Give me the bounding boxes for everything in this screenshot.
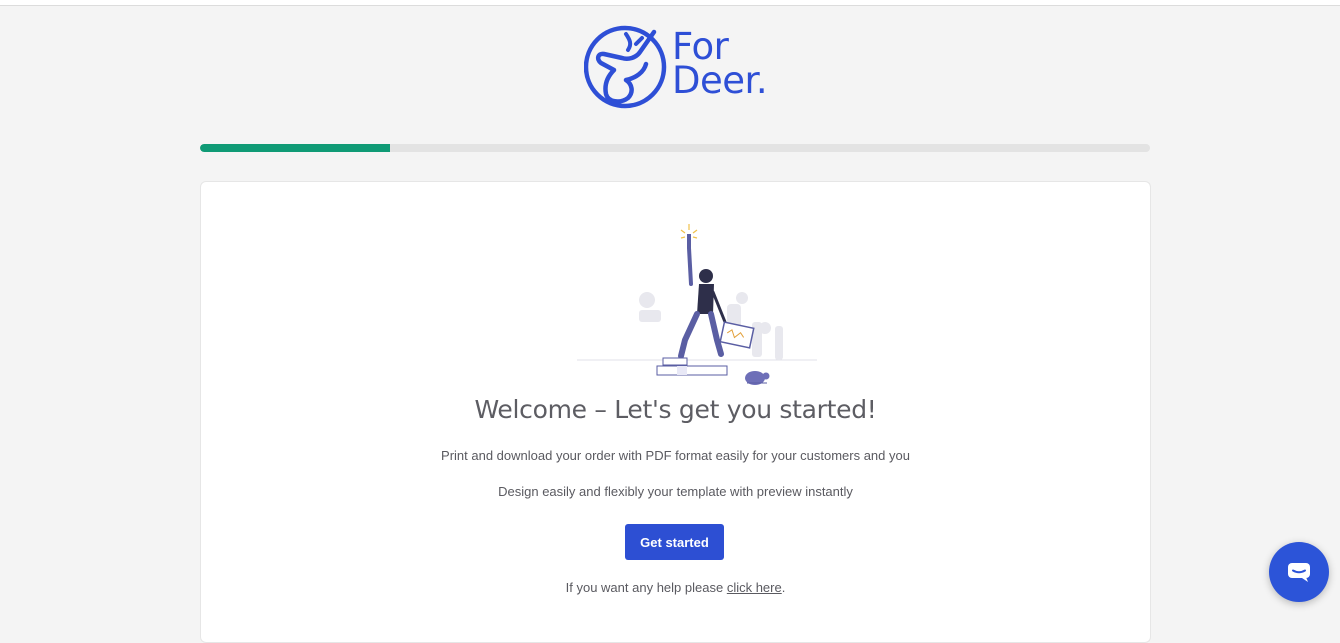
help-prefix: If you want any help please: [565, 580, 727, 595]
fordeer-logo: For Deer.: [584, 24, 774, 112]
welcome-card: Welcome – Let's get you started! Print a…: [200, 181, 1151, 643]
chat-widget-button[interactable]: [1269, 542, 1329, 602]
onboarding-progress-bar: [200, 144, 1150, 152]
progress-fill: [200, 144, 390, 152]
welcome-description-1: Print and download your order with PDF f…: [441, 448, 910, 463]
help-text: If you want any help please click here.: [201, 580, 1150, 595]
logo-line-2: Deer.: [672, 59, 768, 102]
logo-wordmark: For Deer.: [672, 28, 768, 102]
deer-logo-icon: [584, 25, 667, 109]
chat-bubble-icon: [1288, 563, 1310, 582]
top-border: [0, 0, 1340, 6]
help-link[interactable]: click here: [727, 580, 782, 595]
celebration-illustration: [577, 224, 817, 385]
help-suffix: .: [781, 580, 786, 595]
welcome-heading: Welcome – Let's get you started!: [474, 395, 877, 424]
welcome-description-2: Design easily and flexibly your template…: [498, 484, 853, 499]
get-started-button[interactable]: Get started: [625, 524, 724, 560]
